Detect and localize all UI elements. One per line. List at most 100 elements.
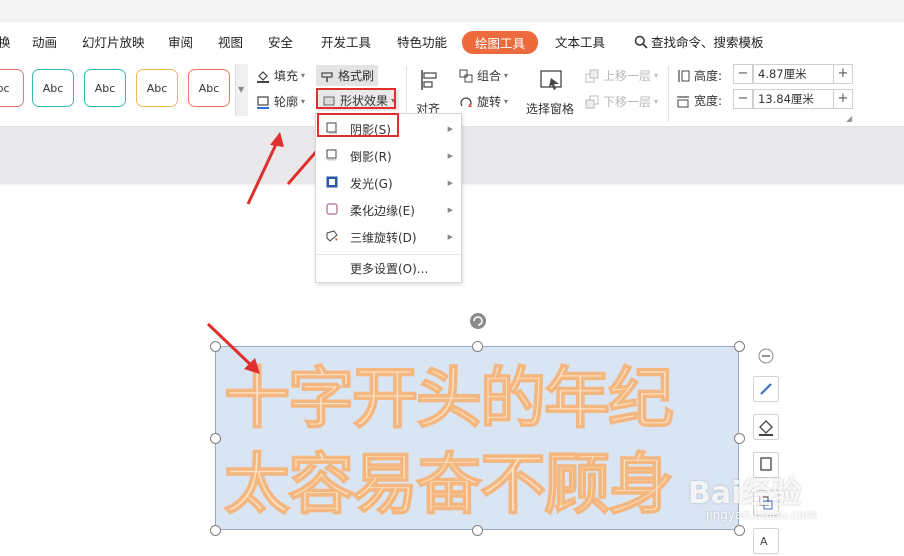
tab-transition[interactable]: 换 xyxy=(0,32,11,51)
search-icon xyxy=(634,35,648,49)
style-sample-text: Abc xyxy=(94,81,116,95)
resize-handle-top-left[interactable] xyxy=(210,341,221,352)
group-label: 组合 xyxy=(477,69,502,83)
style-sample-2[interactable]: Abc xyxy=(32,69,74,107)
width-decrease-button[interactable]: − xyxy=(733,89,753,109)
tab-slideshow[interactable]: 幻灯片放映 xyxy=(82,32,145,51)
fill-label: 填充 xyxy=(274,69,299,83)
menu-item-reflection[interactable]: 倒影(R) ▶ xyxy=(316,144,461,168)
chevron-right-icon: ▶ xyxy=(447,179,453,187)
rotate-button[interactable]: 旋转 ▾ xyxy=(459,93,508,110)
style-sample-text: Abc xyxy=(42,81,64,95)
glow-icon xyxy=(326,176,338,188)
height-increase-button[interactable]: + xyxy=(833,64,853,84)
svg-text:A: A xyxy=(760,535,768,548)
fill-bucket-icon xyxy=(759,420,773,436)
chevron-right-icon: ▶ xyxy=(447,125,453,133)
height-label: 高度: xyxy=(694,69,723,83)
style-sample-text: bc xyxy=(0,81,10,95)
selection-pane-icon xyxy=(540,70,562,90)
format-painter-button[interactable]: 格式刷 xyxy=(316,65,379,86)
menu-item-more-settings[interactable]: 更多设置(O)... xyxy=(316,256,461,280)
group-button[interactable]: 组合 ▾ xyxy=(459,67,508,84)
outline-label: 轮廓 xyxy=(274,95,299,109)
fill-quick-button[interactable] xyxy=(753,414,779,440)
tab-review[interactable]: 审阅 xyxy=(168,32,193,51)
title-strip xyxy=(0,0,904,23)
height-input[interactable]: 4.87厘米 xyxy=(753,64,835,84)
resize-handle-bottom[interactable] xyxy=(472,525,483,536)
chevron-right-icon: ▶ xyxy=(447,152,453,160)
tab-text-tools[interactable]: 文本工具 xyxy=(555,32,605,51)
slide-text-line-1[interactable]: 十字开头的年纪 xyxy=(223,362,744,436)
style-sample-1[interactable]: bc xyxy=(0,69,24,107)
bring-forward-button[interactable]: 上移一层 ▾ xyxy=(585,67,658,84)
rotate-handle-icon[interactable] xyxy=(469,312,487,330)
resize-handle-bottom-left[interactable] xyxy=(210,525,221,536)
format-painter-icon xyxy=(321,71,333,82)
tab-animation[interactable]: 动画 xyxy=(32,32,57,51)
selected-text-box[interactable]: 十字开头的年纪 太容易奋不顾身 xyxy=(215,346,739,530)
selection-pane-label: 选择窗格 xyxy=(526,102,575,116)
style-sample-4[interactable]: Abc xyxy=(136,69,178,107)
tab-view[interactable]: 视图 xyxy=(218,32,243,51)
tab-developer[interactable]: 开发工具 xyxy=(321,32,371,51)
menu-item-glow[interactable]: 发光(G) ▶ xyxy=(316,171,461,195)
dialog-launcher-icon[interactable]: ◢ xyxy=(846,114,852,123)
highlight-box xyxy=(316,88,396,109)
watermark-logo: Bai经验 xyxy=(688,476,802,511)
outline-button[interactable]: 轮廓 ▾ xyxy=(256,93,305,110)
brush-icon xyxy=(760,383,772,395)
tab-special-features[interactable]: 特色功能 xyxy=(397,32,447,51)
menu-tabs: 换 动画 幻灯片放映 审阅 视图 安全 开发工具 特色功能 绘图工具 文本工具 … xyxy=(0,22,904,60)
menu-item-label: 更多设置(O)... xyxy=(350,261,429,276)
resize-handle-left[interactable] xyxy=(210,433,221,444)
search-label: 查找命令、搜索模板 xyxy=(651,35,764,50)
menu-item-label: 三维旋转(D) xyxy=(350,230,417,245)
menu-item-label: 柔化边缘(E) xyxy=(350,203,415,218)
shape-effects-menu: 阴影(S) ▶ 倒影(R) ▶ 发光(G) ▶ 柔化边缘(E) ▶ 三维旋转(D… xyxy=(315,113,462,283)
width-icon xyxy=(677,95,689,107)
highlight-box xyxy=(317,113,399,137)
selection-pane-button[interactable]: 选择窗格 xyxy=(526,66,576,122)
menu-item-label: 倒影(R) xyxy=(350,149,392,164)
tab-security[interactable]: 安全 xyxy=(268,32,293,51)
outline-icon xyxy=(257,95,269,109)
fill-bucket-icon xyxy=(257,70,269,83)
gallery-scroll[interactable]: ▼ xyxy=(235,64,248,116)
text-quick-button[interactable]: A xyxy=(753,528,779,554)
resize-handle-top-right[interactable] xyxy=(734,341,745,352)
resize-handle-bottom-right[interactable] xyxy=(734,525,745,536)
style-sample-3[interactable]: Abc xyxy=(84,69,126,107)
resize-handle-right[interactable] xyxy=(734,433,745,444)
chevron-down-icon: ▼ xyxy=(238,85,245,94)
height-decrease-button[interactable]: − xyxy=(733,64,753,84)
chevron-right-icon: ▶ xyxy=(447,206,453,214)
annotation-arrow xyxy=(206,322,260,374)
3d-rotation-icon xyxy=(326,230,338,242)
width-label-group: 宽度: xyxy=(676,92,722,109)
style-sample-5[interactable]: Abc xyxy=(188,69,230,107)
width-increase-button[interactable]: + xyxy=(833,89,853,109)
send-backward-button[interactable]: 下移一层 ▾ xyxy=(585,93,658,110)
resize-handle-top[interactable] xyxy=(472,341,483,352)
group-icon xyxy=(459,69,473,82)
reflection-icon xyxy=(326,149,337,161)
search-command[interactable]: 查找命令、搜索模板 xyxy=(634,32,764,51)
slide-text-line-2[interactable]: 太容易奋不顾身 xyxy=(223,448,744,522)
format-painter-label: 格式刷 xyxy=(338,69,375,83)
height-label-group: 高度: xyxy=(676,67,722,84)
align-icon xyxy=(421,70,437,90)
menu-item-soft-edges[interactable]: 柔化边缘(E) ▶ xyxy=(316,198,461,222)
edit-style-button[interactable] xyxy=(753,376,779,402)
menu-item-3d-rotation[interactable]: 三维旋转(D) ▶ xyxy=(316,225,461,249)
divider xyxy=(668,66,669,122)
text-wrap-icon: A xyxy=(760,535,768,548)
arrow-head-icon xyxy=(270,132,284,147)
rotate-label: 旋转 xyxy=(477,95,502,109)
tab-drawing-tools[interactable]: 绘图工具 xyxy=(462,31,539,54)
fill-button[interactable]: 填充 ▾ xyxy=(256,67,305,84)
collapse-icon[interactable] xyxy=(758,348,774,364)
width-input[interactable]: 13.84厘米 xyxy=(753,89,835,109)
send-backward-label: 下移一层 xyxy=(603,95,652,109)
